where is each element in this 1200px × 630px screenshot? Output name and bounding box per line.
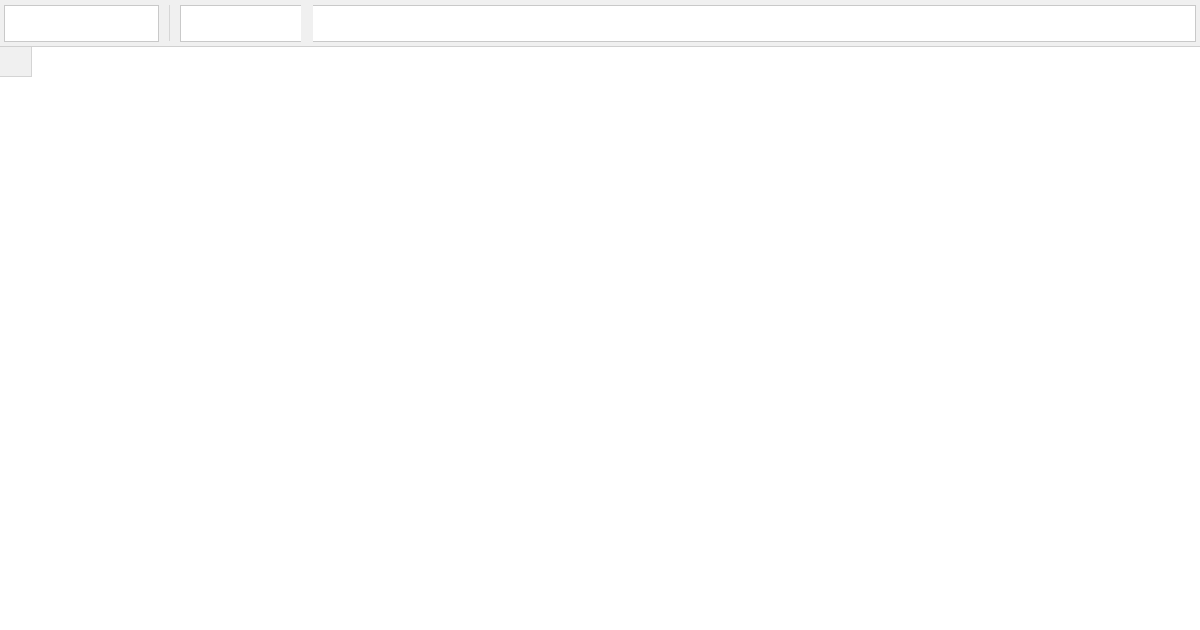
formula-input[interactable]	[313, 5, 1196, 42]
cancel-button[interactable]	[181, 5, 221, 41]
select-all-corner[interactable]	[0, 47, 32, 77]
right-area	[32, 47, 1200, 630]
separator	[169, 5, 170, 41]
spreadsheet-grid	[0, 47, 1200, 630]
insert-function-button[interactable]	[261, 5, 301, 41]
formula-bar	[0, 0, 1200, 47]
column-headers	[32, 47, 1200, 77]
formula-buttons	[180, 5, 301, 42]
name-box[interactable]	[4, 5, 159, 42]
confirm-button[interactable]	[221, 5, 261, 41]
left-column	[0, 47, 32, 630]
